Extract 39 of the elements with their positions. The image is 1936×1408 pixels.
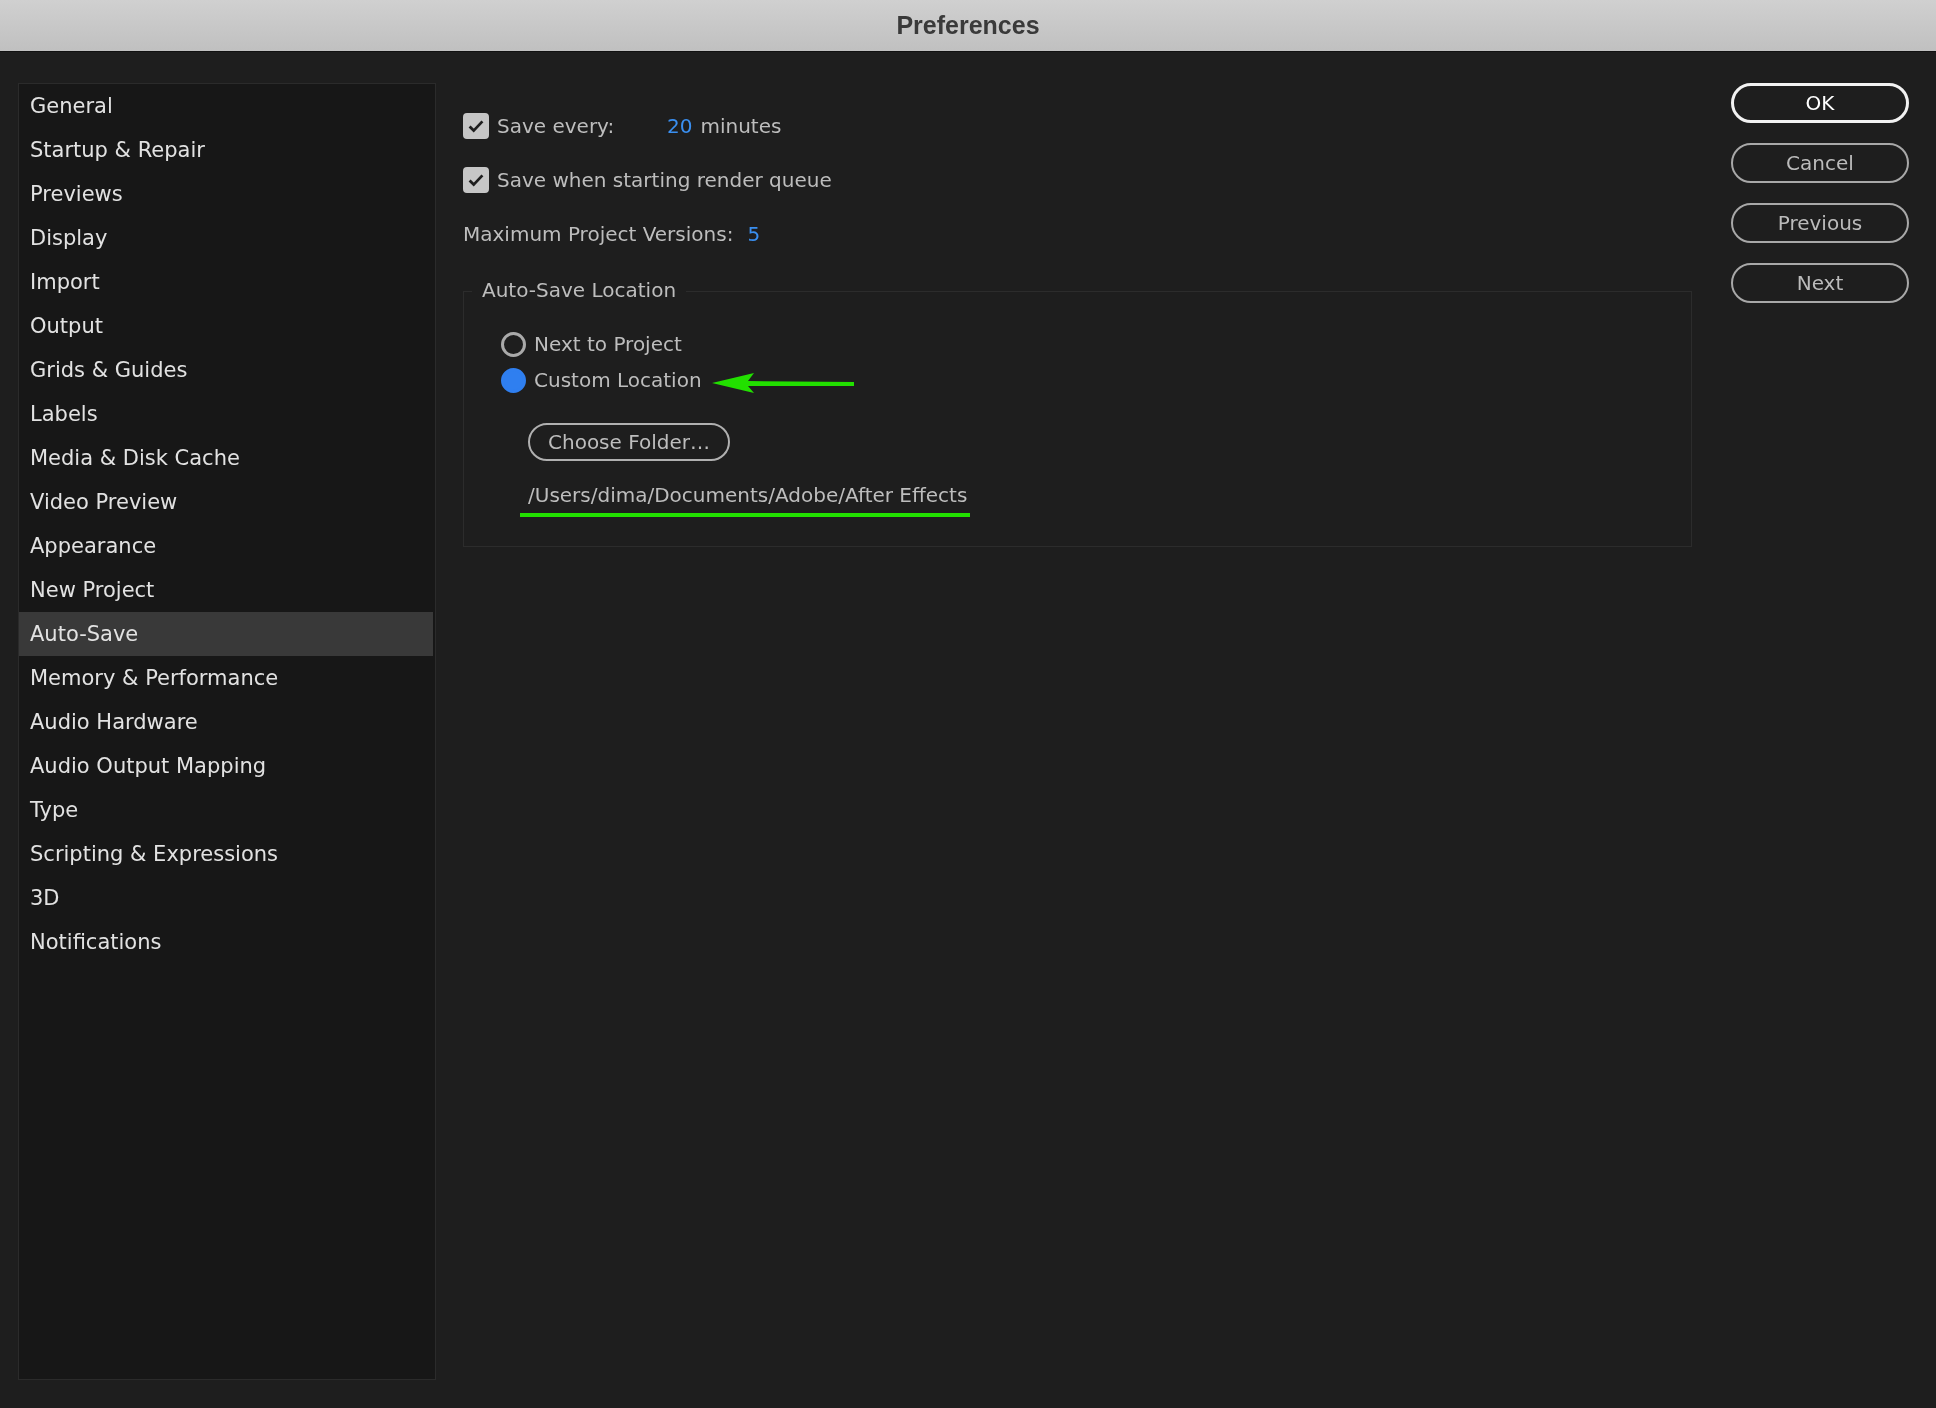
sidebar-item[interactable]: Appearance (19, 524, 433, 568)
radio-button[interactable] (501, 367, 526, 393)
sidebar-item[interactable]: Scripting & Expressions (19, 832, 433, 876)
sidebar-item[interactable]: Auto-Save (19, 612, 433, 656)
choose-folder-button[interactable]: Choose Folder… (528, 423, 730, 461)
sidebar-item[interactable]: Media & Disk Cache (19, 436, 433, 480)
dialog-button[interactable]: Cancel (1731, 143, 1909, 183)
save-interval-value[interactable]: 20 (667, 114, 693, 138)
sidebar-item[interactable]: Import (19, 260, 433, 304)
sidebar-item[interactable]: Previews (19, 172, 433, 216)
folder-path: /Users/dima/Documents/Adobe/After Effects (528, 483, 968, 507)
sidebar-item[interactable]: Type (19, 788, 433, 832)
checkbox[interactable] (463, 113, 489, 139)
sidebar-item[interactable]: Labels (19, 392, 433, 436)
sidebar-item[interactable]: Audio Output Mapping (19, 744, 433, 788)
sidebar-item[interactable]: 3D (19, 876, 433, 920)
max-versions-value[interactable]: 5 (747, 222, 761, 246)
dialog-button[interactable]: Next (1731, 263, 1909, 303)
sidebar-item[interactable]: Grids & Guides (19, 348, 433, 392)
window-title: Preferences (896, 11, 1040, 40)
dialog-button[interactable]: Previous (1731, 203, 1909, 243)
radio-label: Next to Project (534, 332, 682, 356)
sidebar-item[interactable]: New Project (19, 568, 433, 612)
save-every-label: Save every: (497, 114, 616, 138)
max-versions-label: Maximum Project Versions: (463, 222, 734, 246)
sidebar-item[interactable]: Notifications (19, 920, 433, 964)
sidebar-item[interactable]: Audio Hardware (19, 700, 433, 744)
sidebar-item[interactable]: Display (19, 216, 433, 260)
sidebar-item[interactable]: Memory & Performance (19, 656, 433, 700)
checkbox-label: Save when starting render queue (497, 168, 832, 192)
sidebar-item[interactable]: Startup & Repair (19, 128, 433, 172)
unit-label: minutes (700, 114, 782, 138)
dialog-button[interactable]: OK (1731, 83, 1909, 123)
sidebar-item[interactable]: Output (19, 304, 433, 348)
sidebar-item[interactable]: Video Preview (19, 480, 433, 524)
sidebar-item[interactable]: General (19, 84, 433, 128)
radio-label: Custom Location (534, 368, 702, 392)
checkbox[interactable] (463, 167, 489, 193)
radio-button[interactable] (501, 331, 526, 357)
